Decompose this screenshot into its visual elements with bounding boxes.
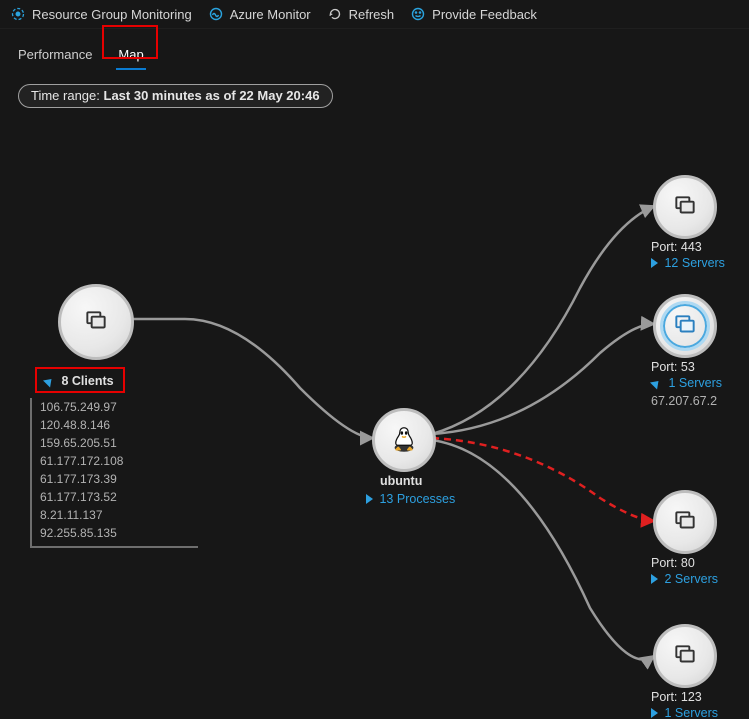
play-icon	[651, 574, 658, 584]
port-123-node[interactable]	[653, 624, 717, 688]
client-ip: 120.48.8.146	[40, 416, 190, 434]
client-ip: 61.177.173.52	[40, 488, 190, 506]
client-ip: 61.177.172.108	[40, 452, 190, 470]
provide-feedback-button[interactable]: Provide Feedback	[410, 6, 537, 22]
play-icon	[366, 494, 373, 504]
provide-feedback-label: Provide Feedback	[432, 7, 537, 22]
port-53-label: Port: 53	[651, 360, 695, 374]
port-443-label: Port: 443	[651, 240, 702, 254]
tab-bar: Performance Map	[0, 29, 749, 68]
port-123-label: Port: 123	[651, 690, 702, 704]
clients-node[interactable]	[58, 284, 134, 360]
port-80-node[interactable]	[653, 490, 717, 554]
servers-icon	[672, 642, 698, 671]
ubuntu-processes[interactable]: 13 Processes	[366, 492, 455, 506]
servers-icon	[83, 308, 109, 337]
servers-icon	[672, 193, 698, 222]
target-icon	[10, 6, 26, 22]
port-53-servers[interactable]: 1 Servers	[651, 376, 722, 390]
refresh-icon	[327, 6, 343, 22]
linux-icon	[389, 424, 419, 457]
port-80-servers[interactable]: 2 Servers	[651, 572, 718, 586]
clients-label-row[interactable]: 8 Clients	[44, 374, 114, 388]
time-range-label: Time range:	[31, 88, 104, 103]
refresh-button[interactable]: Refresh	[327, 6, 395, 22]
ubuntu-node[interactable]	[372, 408, 436, 472]
port-443-node[interactable]	[653, 175, 717, 239]
toolbar: Resource Group Monitoring Azure Monitor …	[0, 0, 749, 29]
time-range-value: Last 30 minutes as of 22 May 20:46	[104, 88, 320, 103]
monitor-icon	[208, 6, 224, 22]
client-ip: 106.75.249.97	[40, 398, 190, 416]
port-443-servers[interactable]: 12 Servers	[651, 256, 725, 270]
tab-map[interactable]: Map	[114, 43, 147, 68]
client-ip: 92.255.85.135	[40, 524, 190, 542]
clients-label: 8 Clients	[61, 374, 113, 388]
client-ip: 159.65.205.51	[40, 434, 190, 452]
port-80-label: Port: 80	[651, 556, 695, 570]
map-canvas[interactable]: 8 Clients 106.75.249.97 120.48.8.146 159…	[0, 108, 749, 719]
expand-icon	[43, 376, 55, 388]
client-ip: 8.21.11.137	[40, 506, 190, 524]
tab-performance[interactable]: Performance	[14, 43, 96, 68]
play-icon	[651, 258, 658, 268]
azure-monitor-button[interactable]: Azure Monitor	[208, 6, 311, 22]
time-range-pill[interactable]: Time range: Last 30 minutes as of 22 May…	[18, 84, 333, 108]
refresh-label: Refresh	[349, 7, 395, 22]
play-icon	[651, 708, 658, 718]
port-123-servers[interactable]: 1 Servers	[651, 706, 718, 719]
servers-icon	[672, 312, 698, 341]
resource-group-monitoring-button[interactable]: Resource Group Monitoring	[10, 6, 192, 22]
azure-monitor-label: Azure Monitor	[230, 7, 311, 22]
ubuntu-name: ubuntu	[380, 474, 422, 488]
client-ip: 61.177.173.39	[40, 470, 190, 488]
feedback-icon	[410, 6, 426, 22]
port-53-ip: 67.207.67.2	[651, 394, 717, 408]
expand-icon	[650, 378, 662, 390]
servers-icon	[672, 508, 698, 537]
resource-group-monitoring-label: Resource Group Monitoring	[32, 7, 192, 22]
port-53-node[interactable]	[653, 294, 717, 358]
client-ip-list: 106.75.249.97 120.48.8.146 159.65.205.51…	[30, 398, 198, 548]
